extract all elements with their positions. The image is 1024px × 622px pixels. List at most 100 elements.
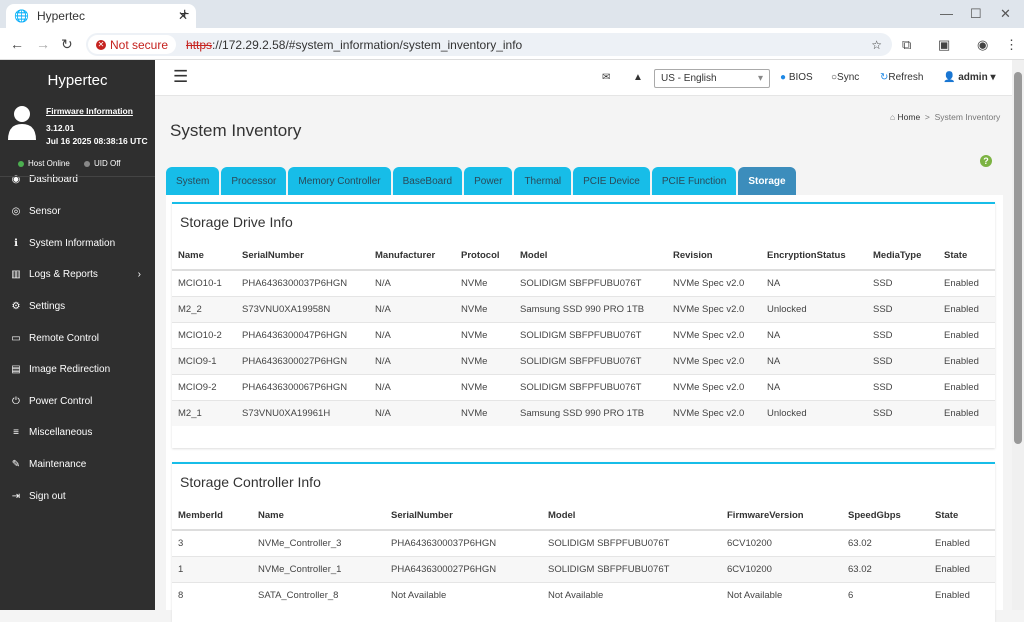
table-cell: Unlocked xyxy=(761,295,867,322)
column-header[interactable]: Revision xyxy=(667,242,761,271)
table-cell: PHA6436300067P6HGN xyxy=(236,373,369,400)
minimize-icon[interactable]: — xyxy=(940,6,953,21)
tab-memory-controller[interactable]: Memory Controller xyxy=(288,167,391,195)
language-select[interactable]: US - English ▾ xyxy=(654,69,770,88)
column-header[interactable]: Name xyxy=(172,242,236,271)
sidebar-item-label: Settings xyxy=(29,300,66,312)
maximize-icon[interactable]: ☐ xyxy=(970,6,982,22)
cast-icon[interactable]: ▣ xyxy=(938,37,950,53)
reload-icon[interactable]: ↻ xyxy=(61,36,73,53)
power-icon: ⏻ xyxy=(12,395,20,407)
table-cell: SSD xyxy=(867,373,938,400)
menu-dots-icon[interactable]: ⋮ xyxy=(1005,37,1018,53)
sidebar-item-label: Logs & Reports xyxy=(29,268,98,280)
inventory-tabs: System Processor Memory Controller BaseBoar… xyxy=(166,167,796,195)
column-header[interactable]: State xyxy=(929,502,995,531)
sync-label: Sync xyxy=(837,72,860,83)
column-header[interactable]: SerialNumber xyxy=(236,242,369,271)
column-header[interactable]: Name xyxy=(252,502,385,531)
browser-tab[interactable]: 🌐 Hypertec ✕ xyxy=(6,4,196,28)
column-header[interactable]: Model xyxy=(514,242,667,271)
refresh-button[interactable]: ↻Refresh xyxy=(880,72,923,83)
not-secure-badge[interactable]: ✕ Not secure xyxy=(88,35,177,54)
bookmark-star-icon[interactable]: ☆ xyxy=(871,38,882,52)
table-cell: M2_2 xyxy=(172,295,236,322)
sidebar-item-label: Maintenance xyxy=(29,458,87,470)
table-cell: 3 xyxy=(172,529,252,556)
sidebar-item-system-information[interactable]: ℹ System Information xyxy=(0,228,155,258)
column-header[interactable]: SerialNumber xyxy=(385,502,542,531)
extensions-icon[interactable]: ⧉ xyxy=(902,37,911,53)
wrench-icon: ✎ xyxy=(11,458,21,470)
column-header[interactable]: EncryptionStatus xyxy=(761,242,867,271)
chevron-down-icon: ▾ xyxy=(757,73,763,84)
profile-icon[interactable]: ◉ xyxy=(977,37,988,53)
column-header[interactable]: Protocol xyxy=(455,242,514,271)
tab-pcie-function[interactable]: PCIE Function xyxy=(651,167,737,195)
column-header[interactable]: State xyxy=(938,242,995,271)
back-icon[interactable]: ← xyxy=(10,36,24,52)
sidebar-item-sign-out[interactable]: ⇥ Sign out xyxy=(0,481,155,511)
sync-button[interactable]: ○Sync xyxy=(831,72,859,83)
sidebar-item-settings[interactable]: ⚙ Settings xyxy=(0,291,155,321)
tab-storage[interactable]: Storage xyxy=(738,167,796,195)
new-tab-button[interactable]: + xyxy=(180,6,189,24)
table-cell: SOLIDIGM SBFPFUBU076T xyxy=(514,321,667,348)
firmware-info-link[interactable]: Firmware Information xyxy=(46,106,133,116)
table-cell: NVMe xyxy=(455,347,514,374)
table-cell: Not Available xyxy=(721,581,842,608)
table-cell: MCIO9-1 xyxy=(172,347,236,374)
tab-baseboard[interactable]: BaseBoard xyxy=(392,167,463,195)
column-header[interactable]: MediaType xyxy=(867,242,938,271)
scrollbar-thumb[interactable] xyxy=(1014,72,1022,444)
tab-thermal[interactable]: Thermal xyxy=(514,167,572,195)
table-cell: Samsung SSD 990 PRO 1TB xyxy=(514,399,667,426)
refresh-label: Refresh xyxy=(888,72,924,83)
table-cell: SATA_Controller_8 xyxy=(252,581,385,608)
drive-icon: ▤ xyxy=(11,363,21,375)
table-cell: Enabled xyxy=(929,555,995,582)
column-header[interactable]: FirmwareVersion xyxy=(721,502,842,531)
help-icon[interactable]: ? xyxy=(980,155,992,167)
firmware-version: 3.12.01 xyxy=(46,123,75,133)
sidebar-item-image-redirection[interactable]: ▤ Image Redirection xyxy=(0,354,155,384)
forward-icon[interactable]: → xyxy=(36,36,50,52)
firmware-date: Jul 16 2025 08:38:16 UTC xyxy=(46,136,148,146)
sidebar-item-logs-reports[interactable]: ▥ Logs & Reports › xyxy=(0,259,155,289)
window-close-icon[interactable]: ✕ xyxy=(1000,6,1011,22)
table-cell: NVMe xyxy=(455,321,514,348)
sidebar-item-miscellaneous[interactable]: ≡ Miscellaneous xyxy=(0,417,155,447)
mail-icon[interactable]: ✉ xyxy=(602,72,610,83)
bios-button[interactable]: ● BIOS xyxy=(780,72,813,83)
sidebar-item-power-control[interactable]: ⏻ Power Control xyxy=(0,386,155,416)
column-header[interactable]: Manufacturer xyxy=(369,242,455,271)
tab-power[interactable]: Power xyxy=(464,167,513,195)
table-cell: Enabled xyxy=(938,399,995,426)
column-header[interactable]: MemberId xyxy=(172,502,252,531)
table-cell: Enabled xyxy=(938,295,995,322)
sidebar-item-remote-control[interactable]: ▭ Remote Control xyxy=(0,323,155,353)
column-header[interactable]: Model xyxy=(542,502,721,531)
sidebar-item-maintenance[interactable]: ✎ Maintenance xyxy=(0,449,155,479)
table-cell: N/A xyxy=(369,295,455,322)
table-cell: NVMe_Controller_1 xyxy=(252,555,385,582)
column-header[interactable]: SpeedGbps xyxy=(842,502,929,531)
alert-icon[interactable]: ▲ xyxy=(633,72,643,83)
table-cell: Unlocked xyxy=(761,399,867,426)
tab-processor[interactable]: Processor xyxy=(221,167,287,195)
url-bar[interactable]: ✕ Not secure https://172.29.2.58/#system_… xyxy=(86,33,892,56)
brand-title: Hypertec xyxy=(47,72,108,89)
tab-pcie-device[interactable]: PCIE Device xyxy=(573,167,650,195)
sidebar-item-sensor[interactable]: ◎ Sensor xyxy=(0,196,155,226)
breadcrumb: ⌂ Home > System Inventory xyxy=(890,112,1001,122)
breadcrumb-home[interactable]: Home xyxy=(898,112,921,122)
sidebar-item-label: Sensor xyxy=(29,205,61,217)
sidebar-item-dashboard[interactable]: ◉ Dashboard xyxy=(0,164,155,194)
url-scheme: https xyxy=(186,37,213,52)
hamburger-menu-icon[interactable]: ☰ xyxy=(173,68,188,85)
table-cell: N/A xyxy=(369,373,455,400)
table-cell: PHA6436300027P6HGN xyxy=(385,555,542,582)
user-menu[interactable]: 👤 admin ▾ xyxy=(943,72,996,83)
tab-system[interactable]: System xyxy=(166,167,220,195)
sidebar-item-label: System Information xyxy=(29,237,116,249)
